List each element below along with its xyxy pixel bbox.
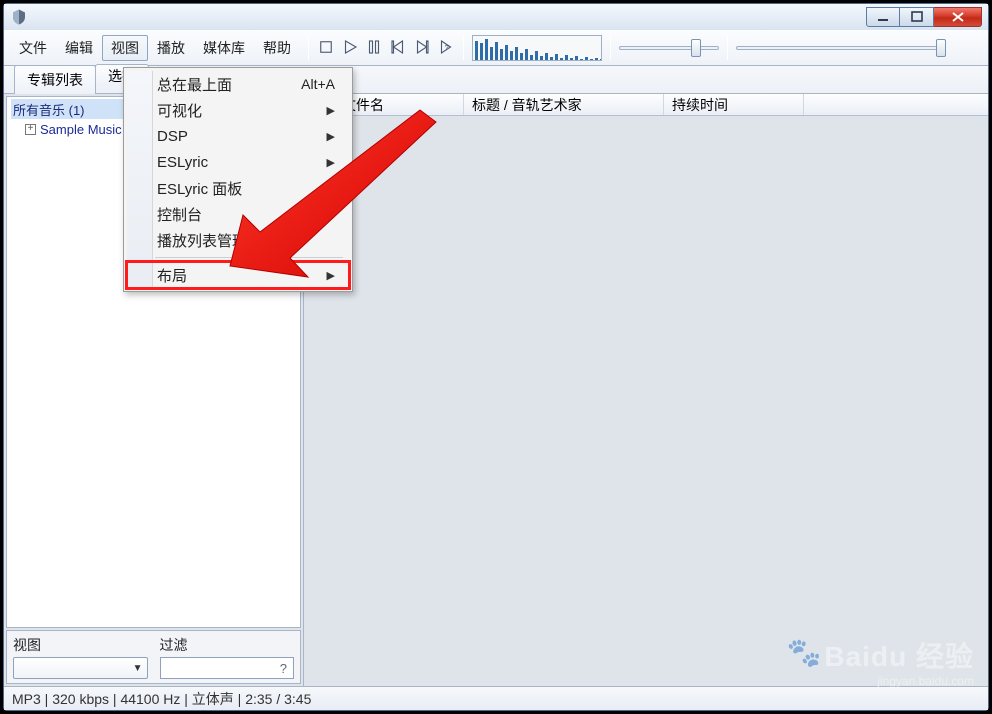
close-button[interactable] bbox=[934, 7, 982, 27]
menu-item-1[interactable]: 编辑 bbox=[56, 35, 102, 61]
playlist-area[interactable]: 态文件名标题 / 音轨艺术家持续时间 bbox=[304, 94, 988, 686]
submenu-arrow-icon: ▶ bbox=[327, 269, 335, 282]
svg-text:?: ? bbox=[445, 43, 449, 52]
minimize-button[interactable] bbox=[866, 7, 900, 27]
visualizer[interactable] bbox=[472, 35, 602, 61]
menu-entry-label: 可视化 bbox=[157, 100, 202, 121]
column-header-1[interactable]: 文件名 bbox=[334, 94, 464, 115]
toolbar: 文件编辑视图播放媒体库帮助 ? bbox=[4, 30, 988, 66]
menu-entry-label: ESLyric bbox=[157, 154, 208, 171]
menu-shortcut: Alt+A bbox=[301, 76, 335, 92]
menu-entry-0[interactable]: 总在最上面 Alt+A bbox=[127, 71, 349, 97]
playback-controls: ? bbox=[317, 38, 455, 59]
volume-slider[interactable] bbox=[736, 43, 946, 53]
window-buttons bbox=[866, 7, 982, 27]
menu-entry-3[interactable]: ESLyric ▶ bbox=[127, 149, 349, 175]
menu-entry-2[interactable]: DSP ▶ bbox=[127, 123, 349, 149]
next-button[interactable] bbox=[413, 38, 431, 59]
filter-label: 过滤 bbox=[160, 635, 295, 655]
view-menu-dropdown[interactable]: 总在最上面 Alt+A 可视化 ▶ DSP ▶ ESLyric ▶ ESLyric 面板控制台播… bbox=[123, 67, 353, 292]
menu-entry-label: ESLyric 面板 bbox=[157, 178, 242, 199]
stop-button[interactable] bbox=[317, 38, 335, 59]
tab-0[interactable]: 专辑列表 bbox=[14, 65, 96, 94]
prev-button[interactable] bbox=[389, 38, 407, 59]
app-icon bbox=[10, 8, 28, 26]
random-button[interactable]: ? bbox=[437, 38, 455, 59]
column-headers[interactable]: 态文件名标题 / 音轨艺术家持续时间 bbox=[304, 94, 988, 116]
pause-button[interactable] bbox=[365, 38, 383, 59]
seek-slider[interactable] bbox=[619, 43, 719, 53]
menu-item-3[interactable]: 播放 bbox=[148, 35, 194, 61]
menu-entry-5[interactable]: 控制台 bbox=[127, 201, 349, 227]
menu-entry-6[interactable]: 播放列表管理器 bbox=[127, 227, 349, 253]
submenu-arrow-icon: ▶ bbox=[327, 156, 335, 169]
menu-item-2[interactable]: 视图 bbox=[102, 35, 148, 61]
menu-entry-label: DSP bbox=[157, 128, 188, 145]
filter-input[interactable]: ? bbox=[160, 657, 295, 679]
expander-icon[interactable]: + bbox=[25, 124, 36, 135]
column-header-3[interactable]: 持续时间 bbox=[664, 94, 804, 115]
menu-entry-1[interactable]: 可视化 ▶ bbox=[127, 97, 349, 123]
column-header-2[interactable]: 标题 / 音轨艺术家 bbox=[464, 94, 664, 115]
menu-entry-label: 播放列表管理器 bbox=[157, 230, 262, 251]
submenu-arrow-icon: ▶ bbox=[327, 130, 335, 143]
menu-bar: 文件编辑视图播放媒体库帮助 bbox=[10, 31, 300, 65]
menu-entry-8[interactable]: 布局 ▶ bbox=[127, 262, 349, 288]
view-select[interactable]: ▼ bbox=[13, 657, 148, 679]
status-text: MP3 | 320 kbps | 44100 Hz | 立体声 | 2:35 /… bbox=[12, 689, 311, 709]
titlebar bbox=[4, 4, 988, 30]
menu-entry-label: 布局 bbox=[157, 265, 187, 286]
play-button[interactable] bbox=[341, 38, 359, 59]
sidebar-controls: 视图 ▼ 过滤 ? bbox=[6, 630, 301, 684]
menu-entry-label: 总在最上面 bbox=[157, 74, 232, 95]
tree-row-label: Sample Music bbox=[40, 122, 122, 137]
menu-item-5[interactable]: 帮助 bbox=[254, 35, 300, 61]
status-bar: MP3 | 320 kbps | 44100 Hz | 立体声 | 2:35 /… bbox=[4, 686, 988, 710]
menu-entry-label: 控制台 bbox=[157, 204, 202, 225]
menu-entry-4[interactable]: ESLyric 面板 bbox=[127, 175, 349, 201]
tree-row-label: 所有音乐 (1) bbox=[13, 100, 85, 119]
menu-item-4[interactable]: 媒体库 bbox=[194, 35, 254, 61]
menu-separator bbox=[155, 257, 343, 258]
submenu-arrow-icon: ▶ bbox=[327, 104, 335, 117]
watermark: 🐾Baidu 经验 jingyan.baidu.com bbox=[787, 640, 974, 688]
menu-item-0[interactable]: 文件 bbox=[10, 35, 56, 61]
view-label: 视图 bbox=[13, 635, 148, 655]
maximize-button[interactable] bbox=[900, 7, 934, 27]
